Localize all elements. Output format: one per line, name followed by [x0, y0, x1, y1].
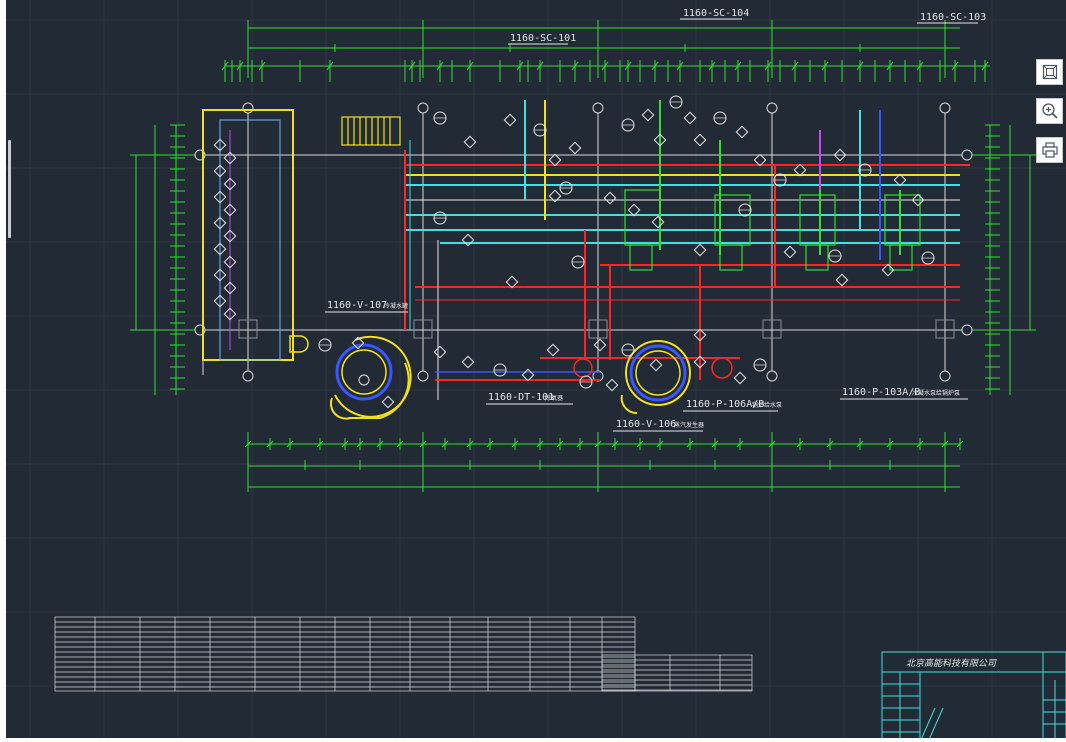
line-list-table	[54, 616, 753, 692]
instrument-bubbles	[318, 95, 935, 409]
fit-to-screen-button[interactable]	[1036, 59, 1063, 85]
top-dimension-ticks	[221, 60, 989, 82]
tag-sc101: 1160-SC-101	[510, 33, 576, 44]
tag-v106: 1160-V-106	[616, 419, 676, 430]
tag-p103-desc: 冷凝水泵给锅炉泵	[912, 389, 960, 397]
column-footings	[238, 319, 955, 339]
print-icon	[1041, 142, 1058, 158]
zoom-in-icon	[1041, 103, 1058, 119]
company-name: 北京高能科技有限公司	[906, 658, 997, 669]
tag-p106-desc: 锅炉给水泵	[752, 401, 782, 409]
tag-v107: 1160-V-107	[327, 300, 387, 311]
viewer-bottom-border	[0, 738, 1066, 742]
bottom-dimension-lines	[247, 432, 960, 492]
v107-instrument-markers	[213, 138, 237, 321]
drawing-canvas[interactable]: 1160-SC-104 1160-SC-103 1160-SC-101 1160…	[6, 0, 1066, 742]
zoom-in-button[interactable]	[1036, 98, 1063, 124]
equipment-tags: 1160-SC-104 1160-SC-103 1160-SC-101 1160…	[325, 8, 986, 432]
stair	[341, 116, 401, 146]
tag-v106-desc: 蒸汽发生器	[674, 421, 704, 429]
background-grid	[6, 0, 1066, 742]
tag-sc103: 1160-SC-103	[920, 12, 986, 23]
pipe-runs	[404, 100, 970, 400]
fit-to-screen-icon	[1042, 64, 1057, 80]
tag-dt101-desc: 除氧器	[545, 394, 563, 402]
tank-v107	[329, 335, 412, 420]
title-block: 北京高能科技有限公司	[881, 651, 1066, 742]
tag-v107-desc: 冷凝水罐	[384, 302, 408, 310]
tag-sc104: 1160-SC-104	[683, 8, 749, 19]
v107-area	[202, 109, 309, 361]
vertical-scroll-thumb[interactable]	[8, 140, 11, 238]
print-button[interactable]	[1036, 137, 1063, 163]
tag-p103: 1160-P-103A/B	[842, 387, 920, 398]
cad-viewer: 1160-SC-104 1160-SC-103 1160-SC-101 1160…	[0, 0, 1066, 742]
